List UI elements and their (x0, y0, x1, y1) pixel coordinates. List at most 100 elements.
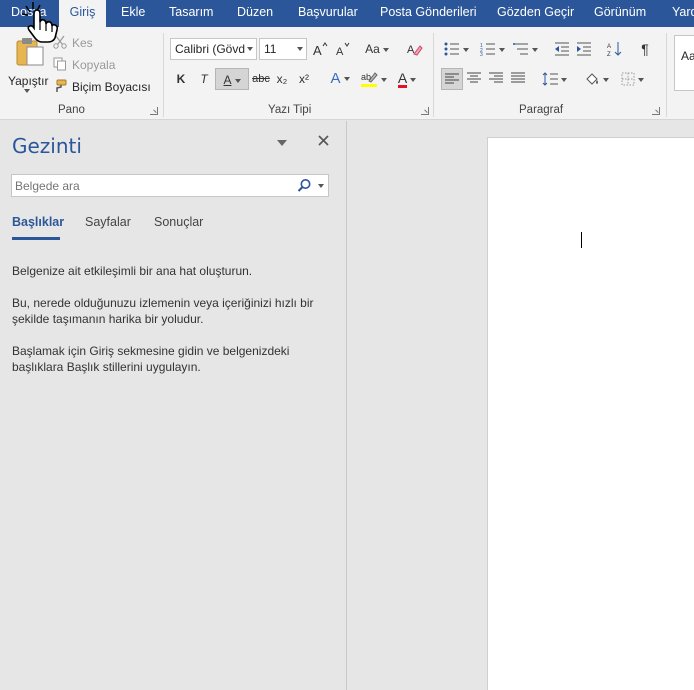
pane-options-chevron-icon[interactable] (277, 140, 287, 146)
ribbon-tab-bar: Dosya Giriş Ekle Tasarım Düzen Başvurula… (0, 0, 694, 27)
line-spacing-button[interactable] (538, 68, 570, 90)
font-size-value: 11 (264, 42, 277, 56)
close-icon[interactable] (316, 133, 332, 149)
strikethrough-button[interactable]: abc (251, 68, 271, 90)
highlighter-icon: ab (360, 72, 378, 87)
style-gallery-item[interactable]: Aa (674, 35, 694, 91)
clear-formatting-button[interactable]: A (405, 38, 425, 60)
font-size-combo[interactable]: 11 (259, 38, 307, 60)
multilevel-list-icon (512, 43, 528, 55)
borders-button[interactable] (616, 68, 648, 90)
tab-results[interactable]: Sonuçlar (154, 215, 203, 229)
document-area (348, 121, 694, 690)
font-color-button[interactable]: A (391, 68, 423, 90)
line-spacing-icon (542, 72, 558, 86)
svg-text:A: A (607, 44, 611, 50)
increase-indent-button[interactable] (574, 38, 594, 60)
tab-help[interactable]: Yard (672, 0, 694, 27)
help-text-paragraph: Bu, nerede olduğunuzu izlemenin veya içe… (12, 296, 314, 326)
ribbon: Yapıştır Kes Kopyala Biçim Boyacısı Pano… (0, 27, 694, 120)
font-name-value: Calibri (Gövd (175, 42, 246, 56)
copy-button[interactable]: Kopyala (53, 56, 123, 74)
chevron-down-icon (560, 77, 567, 82)
font-group-label: Yazı Tipi (268, 104, 312, 116)
justify-button[interactable] (508, 68, 528, 90)
font-launcher-icon[interactable] (421, 107, 429, 115)
align-right-button[interactable] (486, 68, 506, 90)
scissors-icon (53, 35, 67, 49)
decrease-indent-button[interactable] (552, 38, 572, 60)
tab-home[interactable]: Giriş (59, 0, 106, 27)
text-effects-button[interactable]: A (325, 68, 355, 90)
paste-dropdown-icon[interactable] (24, 89, 30, 93)
align-center-button[interactable] (464, 68, 484, 90)
chevron-down-icon (498, 47, 505, 52)
svg-text:Z: Z (607, 52, 611, 57)
sort-icon: A Z (607, 42, 622, 58)
font-color-label: A (397, 70, 408, 88)
paste-button[interactable]: Yapıştır (8, 33, 50, 99)
bullets-button[interactable] (441, 38, 471, 60)
italic-button[interactable]: T (195, 68, 213, 90)
document-page[interactable] (487, 137, 694, 690)
divider (666, 33, 667, 117)
chevron-down-icon (410, 77, 417, 82)
format-painter-label: Biçim Boyacısı (72, 80, 151, 94)
search-icon[interactable] (297, 178, 312, 193)
divider (163, 33, 164, 117)
bullet-list-icon (444, 42, 459, 56)
underline-button[interactable]: A (215, 68, 249, 90)
search-options-chevron-icon[interactable] (318, 184, 324, 188)
numbering-button[interactable]: 1 2 3 (476, 38, 508, 60)
grow-font-button[interactable]: A (311, 38, 329, 60)
font-name-combo[interactable]: Calibri (Gövd (170, 38, 257, 60)
shading-button[interactable] (580, 68, 612, 90)
align-right-icon (489, 72, 503, 83)
superscript-button[interactable]: x² (295, 68, 313, 90)
chevron-down-icon (297, 47, 303, 51)
shrink-font-button[interactable]: A (334, 38, 352, 60)
tab-mailings[interactable]: Posta Gönderileri (380, 0, 477, 27)
tab-references[interactable]: Başvurular (298, 0, 358, 27)
align-left-button[interactable] (441, 68, 463, 90)
chevron-down-icon (602, 77, 609, 82)
tab-design[interactable]: Tasarım (169, 0, 213, 27)
svg-text:3: 3 (480, 52, 483, 56)
chevron-down-icon (343, 77, 350, 82)
cut-label: Kes (72, 36, 93, 50)
help-text-paragraph: Belgenize ait etkileşimli bir ana hat ol… (12, 264, 253, 278)
underline-label: A (223, 73, 232, 87)
tab-pages[interactable]: Sayfalar (85, 215, 131, 229)
search-input[interactable] (15, 177, 285, 195)
tab-layout[interactable]: Düzen (237, 0, 273, 27)
format-painter-button[interactable]: Biçim Boyacısı (53, 78, 153, 96)
bold-button[interactable]: K (172, 68, 190, 90)
clipboard-launcher-icon[interactable] (150, 107, 158, 115)
tab-headings[interactable]: Başlıklar (12, 215, 64, 229)
clipboard-group-label: Pano (58, 104, 85, 116)
tab-view[interactable]: Görünüm (594, 0, 646, 27)
paint-bucket-icon (585, 73, 598, 85)
show-formatting-button[interactable]: ¶ (636, 38, 654, 60)
search-box[interactable] (11, 174, 329, 197)
paragraph-launcher-icon[interactable] (652, 107, 660, 115)
highlight-button[interactable]: ab (357, 68, 389, 90)
copy-icon (53, 57, 66, 71)
cut-button[interactable]: Kes (53, 34, 123, 52)
chevron-down-icon (234, 78, 241, 83)
shrink-font-icon: A (336, 42, 350, 58)
change-case-button[interactable]: Aa (361, 38, 393, 60)
numbered-list-icon: 1 2 3 (480, 43, 495, 58)
subscript-button[interactable]: x₂ (273, 68, 291, 90)
text-effects-label: A (330, 70, 341, 87)
chevron-down-icon (531, 47, 538, 52)
tab-review[interactable]: Gözden Geçir (497, 0, 574, 27)
multilevel-list-button[interactable] (509, 38, 541, 60)
tab-insert[interactable]: Ekle (121, 0, 145, 27)
paste-label: Yapıştır (8, 74, 49, 88)
tab-file[interactable]: Dosya (11, 0, 46, 27)
paragraph-group-label: Paragraf (519, 104, 564, 116)
sort-button[interactable]: A Z (605, 38, 625, 60)
copy-label: Kopyala (72, 58, 116, 72)
justify-icon (511, 72, 525, 83)
